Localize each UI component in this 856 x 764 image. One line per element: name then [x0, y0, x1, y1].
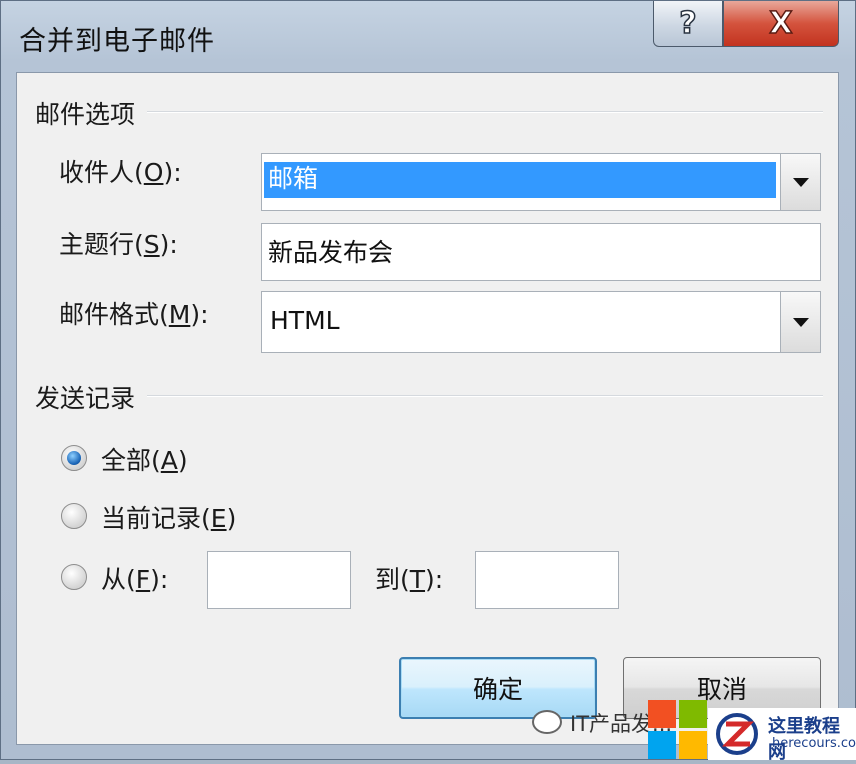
title-bar[interactable]: 合并到电子邮件 ? X	[1, 1, 856, 73]
radio-current-record[interactable]	[61, 503, 87, 529]
close-button[interactable]: X	[723, 1, 839, 47]
help-button[interactable]: ?	[653, 1, 723, 47]
format-selected-value: HTML	[270, 306, 340, 335]
site-name-en: herecours.com	[772, 736, 856, 751]
wechat-icon	[532, 710, 562, 734]
close-icon: X	[769, 5, 794, 42]
format-label: 邮件格式(M):	[59, 300, 209, 329]
radio-all-label[interactable]: 全部(A)	[101, 441, 188, 477]
dialog-body: 邮件选项 收件人(O): 邮箱 主题行(S): 新品发布会 邮件格式(M): H…	[16, 72, 839, 745]
format-dropdown-button[interactable]	[780, 292, 820, 352]
chevron-down-icon	[792, 177, 809, 187]
range-from-input[interactable]	[207, 551, 351, 609]
recipient-combobox[interactable]: 邮箱	[261, 153, 821, 211]
radio-range[interactable]	[61, 564, 87, 590]
format-combobox[interactable]: HTML	[261, 291, 821, 353]
chevron-down-icon	[792, 317, 809, 327]
windows-logo-icon	[648, 700, 708, 760]
site-z-logo-icon	[716, 713, 758, 755]
radio-current-record-label[interactable]: 当前记录(E)	[101, 499, 236, 535]
send-records-divider	[147, 395, 823, 397]
send-records-heading: 发送记录	[35, 384, 136, 413]
mail-options-heading: 邮件选项	[35, 100, 136, 129]
ok-button[interactable]: 确定	[399, 657, 597, 719]
subject-input[interactable]: 新品发布会	[261, 223, 821, 281]
help-icon: ?	[679, 5, 698, 42]
recipient-dropdown-button[interactable]	[780, 154, 820, 210]
range-to-input[interactable]	[475, 551, 619, 609]
range-to-label: 到(T):	[375, 565, 444, 594]
subject-label: 主题行(S):	[59, 230, 178, 259]
recipient-selected-value: 邮箱	[264, 162, 776, 198]
window-title: 合并到电子邮件	[19, 26, 215, 57]
subject-input-value: 新品发布会	[268, 238, 394, 267]
recipient-label: 收件人(O):	[59, 158, 182, 187]
radio-all[interactable]	[61, 445, 87, 471]
range-from-label[interactable]: 从(F):	[101, 560, 168, 596]
mail-options-divider	[147, 111, 823, 113]
